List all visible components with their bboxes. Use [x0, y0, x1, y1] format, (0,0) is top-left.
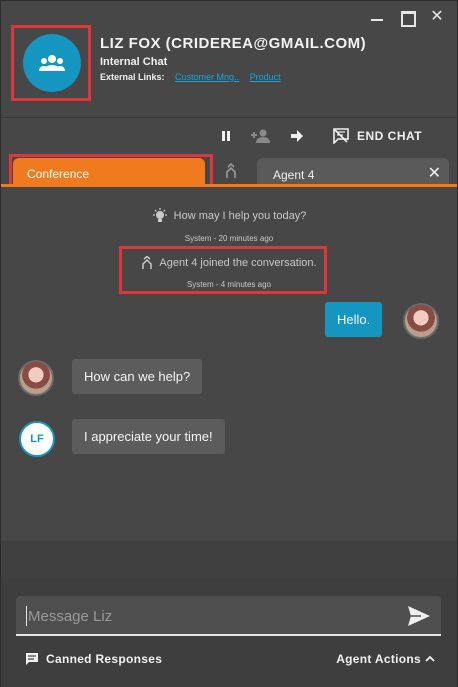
composer: Canned Responses Agent Actions [1, 579, 457, 687]
external-links-label: External Links: [100, 72, 165, 82]
end-chat-button[interactable]: END CHAT [333, 126, 422, 146]
merge-icon [142, 256, 153, 269]
pause-icon [222, 131, 230, 141]
external-links: External Links: Customer Mng.. Product [100, 72, 281, 82]
transfer-button[interactable] [290, 126, 304, 146]
message-input[interactable] [26, 606, 396, 626]
message-list: How may I help you today? System - 20 mi… [1, 187, 457, 541]
tab-agent-label: Agent 4 [273, 168, 315, 182]
system-message-text: How may I help you today? [173, 210, 307, 222]
agent-actions-button[interactable]: Agent Actions [336, 652, 435, 666]
agent-actions-label: Agent Actions [336, 652, 421, 666]
customer-avatar: LF [19, 421, 55, 457]
maximize-icon[interactable] [399, 9, 416, 27]
send-icon [408, 606, 430, 626]
pause-button[interactable] [220, 126, 232, 146]
contact-avatar-highlight [11, 25, 91, 101]
tab-conference-label: Conference [27, 167, 90, 181]
conversation-tabs: Conference Agent 4 ✕ [1, 154, 457, 192]
incoming-message: I appreciate your time! [72, 419, 225, 454]
canned-responses-button[interactable]: Canned Responses [25, 652, 162, 666]
outgoing-message: Hello. [325, 302, 383, 337]
close-window-icon[interactable]: ✕ [429, 9, 445, 25]
window-controls: ✕ [369, 9, 445, 27]
arrow-right-icon [291, 130, 303, 142]
contact-name: LIZ FOX (CRIDEREA@GMAIL.COM) [100, 35, 367, 52]
lightbulb-icon [152, 208, 167, 222]
system-message-text: Agent 4 joined the conversation. [159, 257, 317, 269]
incoming-message: How can we help? [72, 359, 203, 394]
system-message-meta: System - 4 minutes ago [186, 280, 272, 289]
chat-bubble-icon [26, 653, 38, 665]
merge-icon [226, 162, 236, 178]
link-product[interactable]: Product [250, 72, 281, 82]
chat-header: ✕ LIZ FOX (CRIDEREA@GMAIL.COM) Internal … [1, 1, 457, 117]
system-message: How may I help you today? System - 20 mi… [1, 208, 457, 243]
merge-button[interactable] [223, 162, 239, 179]
system-message: Agent 4 joined the conversation. System … [1, 256, 457, 289]
system-message-meta: System - 20 minutes ago [184, 234, 274, 243]
add-participant-button[interactable] [251, 126, 271, 146]
tab-agent-4[interactable]: Agent 4 ✕ [257, 158, 449, 186]
message-list-footer [1, 541, 457, 579]
chevron-up-icon [425, 655, 435, 662]
group-avatar[interactable] [23, 34, 81, 92]
chat-toolbar: END CHAT [1, 118, 457, 154]
canned-responses-label: Canned Responses [46, 652, 163, 666]
add-person-icon [251, 129, 270, 143]
tab-conference[interactable]: Conference [13, 158, 205, 186]
participant-avatar [18, 360, 54, 396]
end-chat-label: END CHAT [357, 129, 423, 143]
send-button[interactable] [407, 605, 431, 627]
people-icon [39, 55, 65, 71]
end-chat-icon [333, 128, 349, 144]
chat-type: Internal Chat [100, 56, 168, 68]
minimize-icon[interactable] [369, 9, 385, 25]
close-tab-icon[interactable]: ✕ [428, 163, 441, 183]
message-input-wrapper [16, 596, 441, 636]
link-customer-mng[interactable]: Customer Mng.. [175, 72, 239, 82]
agent-avatar [403, 303, 439, 339]
chat-window: ✕ LIZ FOX (CRIDEREA@GMAIL.COM) Internal … [0, 0, 458, 687]
